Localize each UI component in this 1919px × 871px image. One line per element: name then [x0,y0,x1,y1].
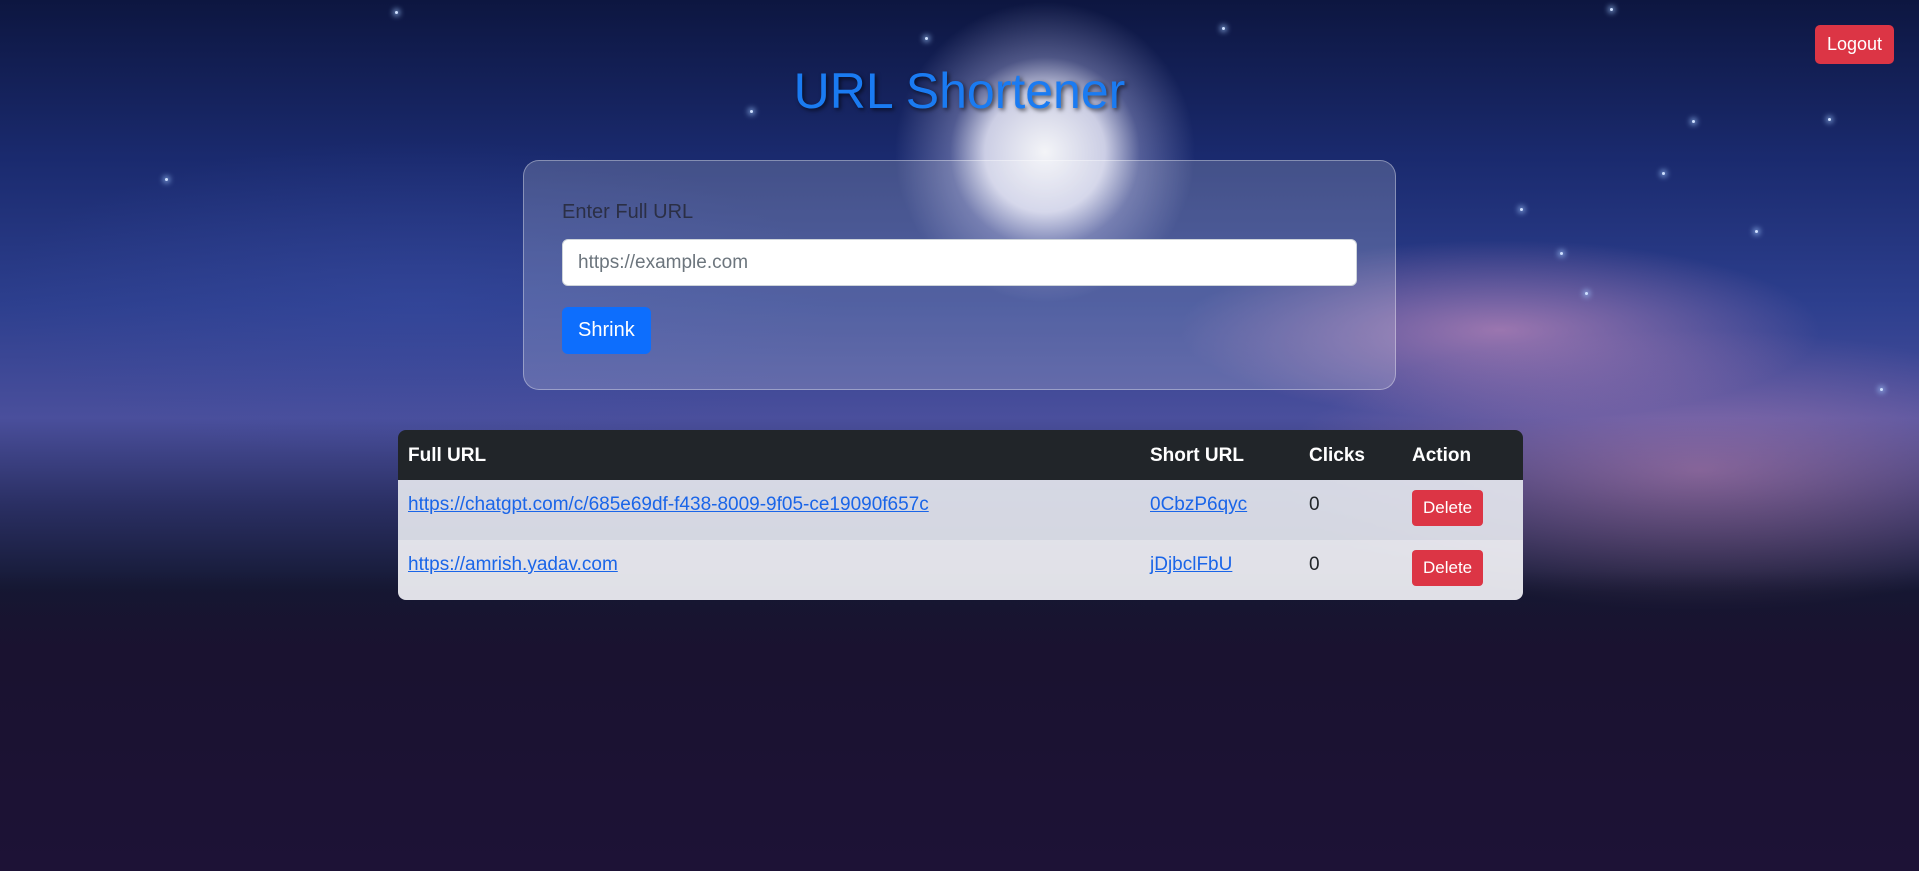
delete-button[interactable]: Delete [1412,550,1484,586]
table-header-row: Full URL Short URL Clicks Action [398,430,1523,480]
table-row: https://amrish.yadav.com jDjbclFbU 0 Del… [398,540,1523,600]
column-header-clicks: Clicks [1299,430,1402,480]
delete-button[interactable]: Delete [1412,490,1484,526]
shrink-button[interactable]: Shrink [562,307,651,354]
urls-table: Full URL Short URL Clicks Action https:/… [398,430,1523,600]
short-url-link[interactable]: jDjbclFbU [1150,554,1232,575]
clicks-cell: 0 [1299,540,1402,600]
full-url-link[interactable]: https://chatgpt.com/c/685e69df-f438-8009… [408,494,929,515]
background-flower-field [0,571,1919,871]
short-url-cell: 0CbzP6qyc [1140,480,1299,540]
full-url-input[interactable] [562,239,1357,286]
column-header-short-url: Short URL [1140,430,1299,480]
column-header-full-url: Full URL [398,430,1140,480]
table-row: https://chatgpt.com/c/685e69df-f438-8009… [398,480,1523,540]
shorten-form: Enter Full URL Shrink [523,160,1396,390]
full-url-cell: https://amrish.yadav.com [398,540,1140,600]
column-header-action: Action [1402,430,1523,480]
full-url-label: Enter Full URL [562,201,694,223]
clicks-cell: 0 [1299,480,1402,540]
full-url-cell: https://chatgpt.com/c/685e69df-f438-8009… [398,480,1140,540]
short-url-cell: jDjbclFbU [1140,540,1299,600]
full-url-link[interactable]: https://amrish.yadav.com [408,554,618,575]
action-cell: Delete [1402,480,1523,540]
logout-button[interactable]: Logout [1814,25,1894,64]
short-url-link[interactable]: 0CbzP6qyc [1150,494,1247,515]
action-cell: Delete [1402,540,1523,600]
page-title: URL Shortener [793,63,1126,119]
